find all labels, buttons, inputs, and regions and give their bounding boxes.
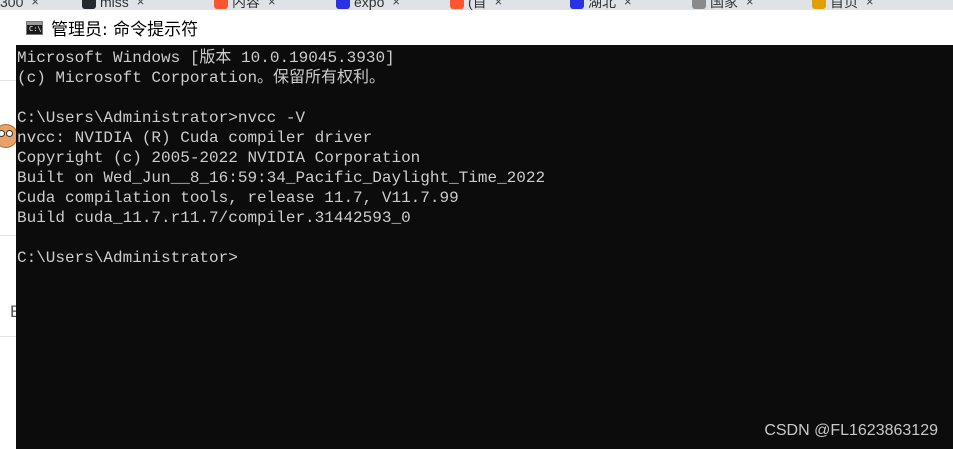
console-line: Built on Wed_Jun__8_16:59:34_Pacific_Day… — [17, 169, 546, 187]
browser-tab-label: miss — [100, 0, 129, 10]
close-icon[interactable]: × — [746, 0, 754, 9]
mascot-icon — [0, 122, 16, 148]
baidu-paw-icon — [336, 0, 350, 9]
browser-tab-label: 首页 — [830, 0, 858, 10]
console-line: nvcc: NVIDIA (R) Cuda compiler driver — [17, 129, 373, 147]
page-divider — [0, 80, 16, 81]
command-prompt-window[interactable]: C:\ 管理员: 命令提示符 Microsoft Windows [版本 10.… — [16, 10, 953, 449]
close-icon[interactable]: × — [268, 0, 276, 9]
console-line: Microsoft Windows [版本 10.0.19045.3930] — [17, 49, 395, 67]
browser-tab[interactable]: 300 × — [0, 0, 39, 10]
console-output[interactable]: Microsoft Windows [版本 10.0.19045.3930] (c… — [17, 48, 545, 268]
page-divider — [0, 235, 16, 236]
console-line: C:\Users\Administrator>nvcc -V — [17, 109, 306, 127]
browser-page-edge — [0, 10, 16, 449]
browser-tab[interactable]: expo × — [336, 0, 400, 10]
csdn-watermark: CSDN @FL1623863129 — [764, 422, 938, 439]
browser-tab-label: 湖北 — [588, 0, 616, 10]
close-icon[interactable]: × — [624, 0, 632, 9]
csdn-c-icon — [214, 0, 228, 9]
browser-tab[interactable]: 首页 × — [812, 0, 874, 10]
cmd-icon[interactable]: C:\ — [26, 20, 43, 35]
browser-tab[interactable]: 内容 × — [214, 0, 276, 10]
browser-tab-strip: 300 × miss × 内容 × expo × (首 × 湖北 × 国家 × 首页 × — [0, 0, 953, 10]
console-line: Copyright (c) 2005-2022 NVIDIA Corporati… — [17, 149, 421, 167]
browser-tab-label: 300 — [0, 0, 24, 10]
browser-tab-label: (首 — [468, 0, 487, 10]
browser-tab-label: 国家 — [710, 0, 738, 10]
page-divider — [0, 336, 16, 337]
close-icon[interactable]: × — [137, 0, 145, 9]
console-line: Cuda compilation tools, release 11.7, V1… — [17, 189, 459, 207]
crown-icon — [812, 0, 826, 9]
csdn-c-icon — [450, 0, 464, 9]
browser-tab[interactable]: miss × — [82, 0, 144, 10]
browser-tab[interactable]: 湖北 × — [570, 0, 632, 10]
close-icon[interactable]: × — [866, 0, 874, 9]
console-line: (c) Microsoft Corporation。保留所有权利。 — [17, 69, 386, 87]
globe-icon — [692, 0, 706, 9]
browser-tab-label: 内容 — [232, 0, 260, 10]
console-line: Build cuda_11.7.r11.7/compiler.31442593_… — [17, 209, 411, 227]
title-bar[interactable]: C:\ 管理员: 命令提示符 — [16, 10, 953, 45]
browser-tab[interactable]: (首 × — [450, 0, 502, 10]
browser-tab[interactable]: 国家 × — [692, 0, 754, 10]
console-line: C:\Users\Administrator> — [17, 249, 238, 267]
window-title: 管理员: 命令提示符 — [51, 20, 199, 40]
github-icon — [82, 0, 96, 9]
browser-tab-label: expo — [354, 0, 385, 10]
baidu-paw-icon — [570, 0, 584, 9]
close-icon[interactable]: × — [392, 0, 400, 9]
close-icon[interactable]: × — [495, 0, 503, 9]
close-icon[interactable]: × — [31, 0, 39, 9]
